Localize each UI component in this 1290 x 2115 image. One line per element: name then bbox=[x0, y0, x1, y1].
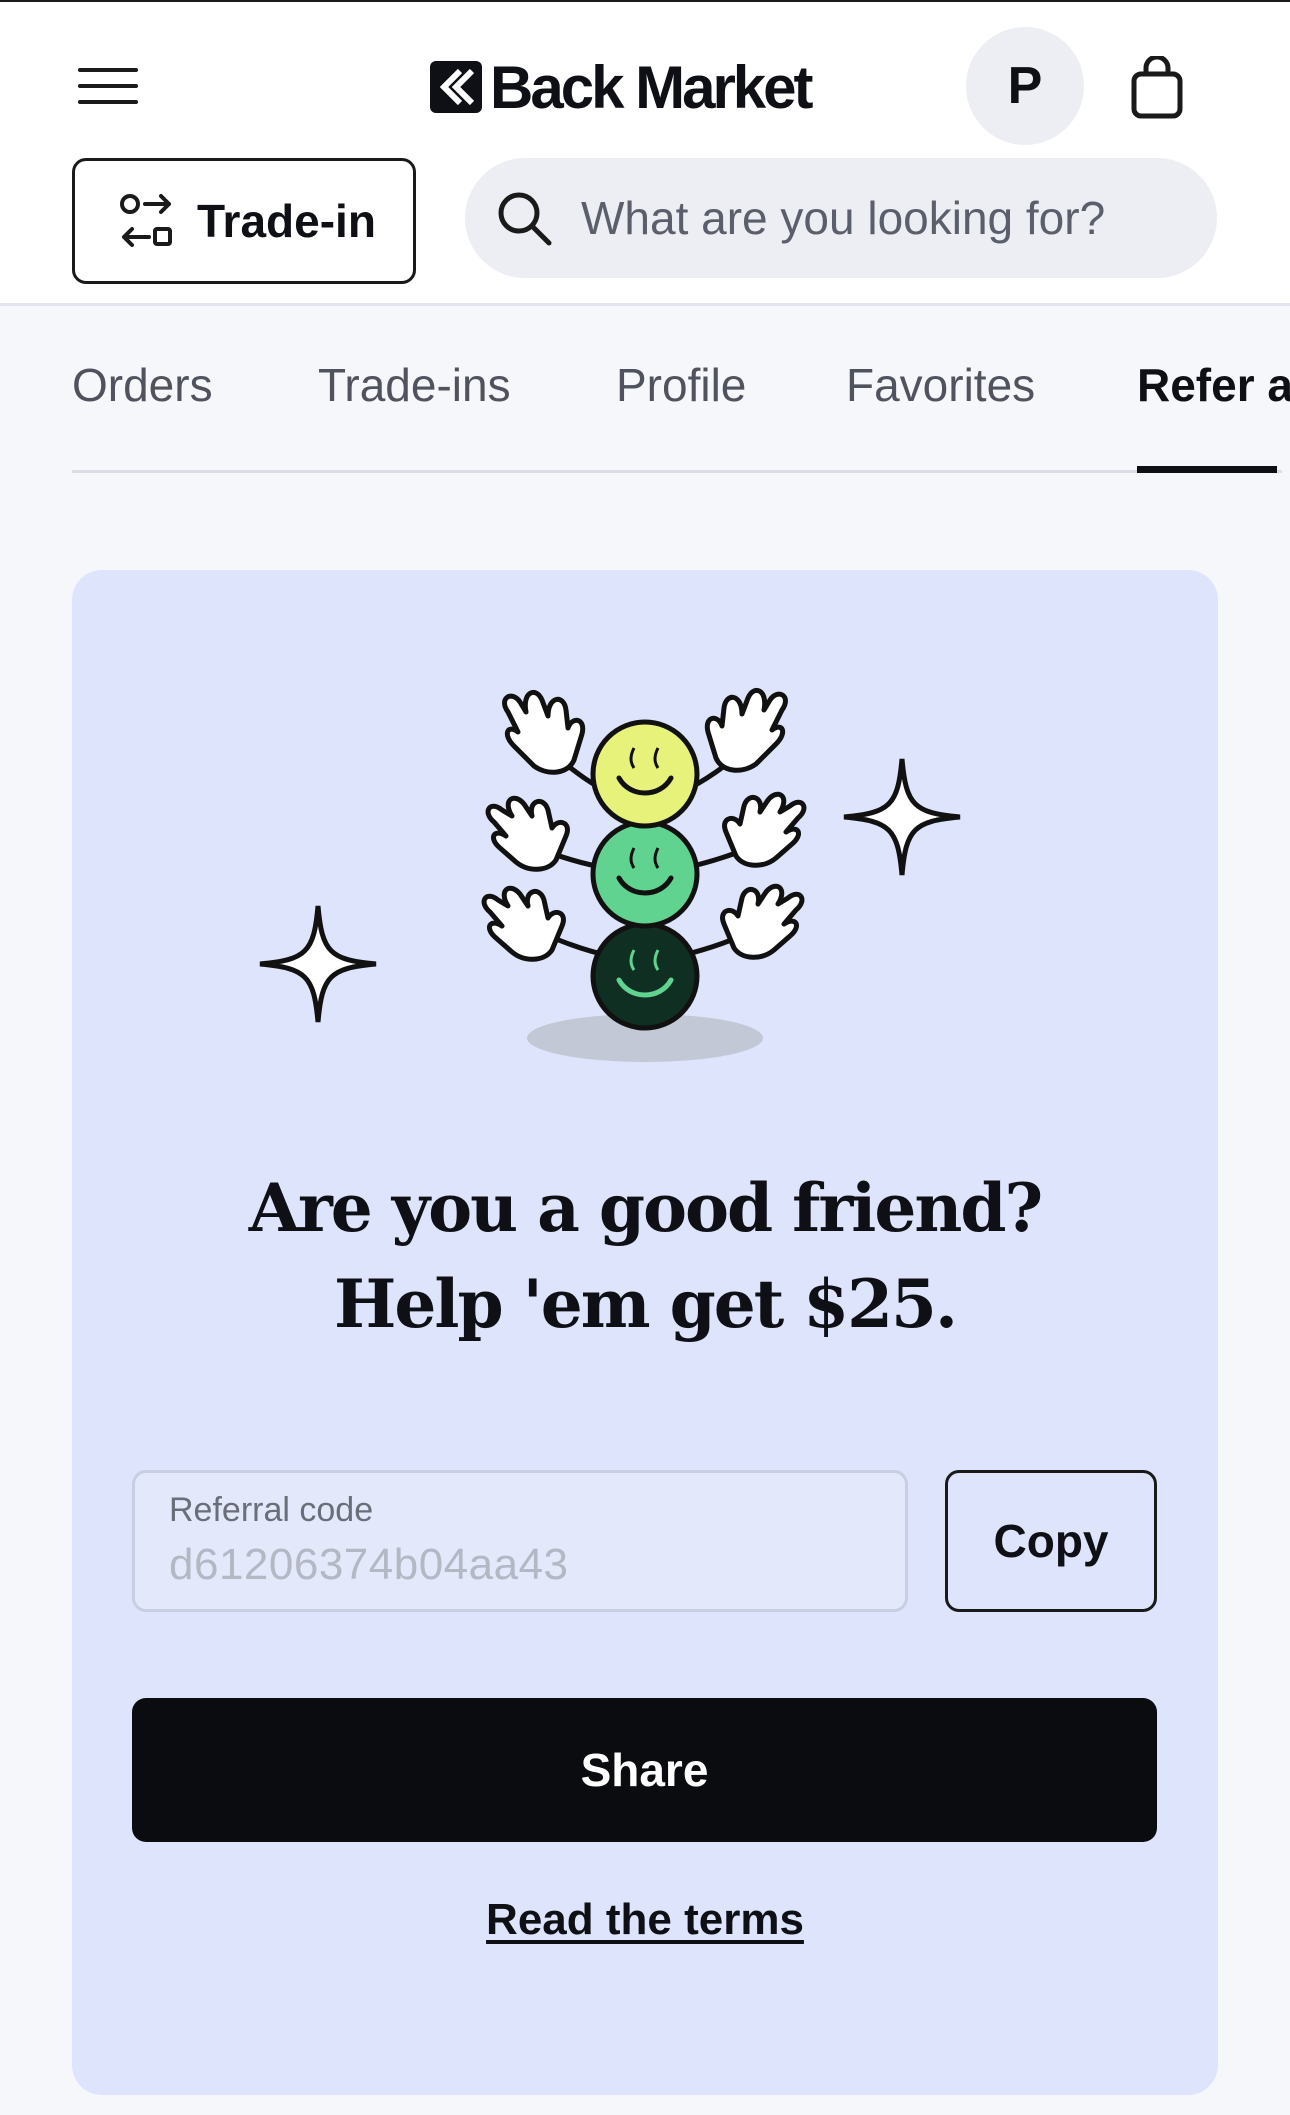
back-market-logo[interactable]: Back Market bbox=[430, 52, 814, 122]
tab-orders[interactable]: Orders bbox=[72, 358, 213, 412]
headline-line-1: Are you a good friend? bbox=[248, 1169, 1043, 1247]
avatar-initial: P bbox=[1007, 57, 1043, 115]
smiley-green bbox=[590, 819, 700, 929]
shopping-bag-icon bbox=[1131, 56, 1183, 119]
tab-favorites[interactable]: Favorites bbox=[846, 358, 1035, 412]
search-placeholder: What are you looking for? bbox=[581, 192, 1106, 244]
tab-trade-ins[interactable]: Trade-ins bbox=[318, 358, 511, 412]
referral-card: Are you a good friend? Help 'em get $25.… bbox=[72, 570, 1218, 2095]
trade-in-arrows-icon bbox=[120, 194, 172, 247]
tabs-divider bbox=[72, 470, 1282, 473]
search-input[interactable]: What are you looking for? bbox=[465, 158, 1217, 278]
copy-button[interactable]: Copy bbox=[945, 1470, 1157, 1612]
read-terms-link[interactable]: Read the terms bbox=[72, 1895, 1218, 1945]
trade-in-button[interactable]: Trade-in bbox=[72, 158, 416, 284]
referral-code-value: d61206374b04aa43 bbox=[169, 1540, 569, 1589]
avatar[interactable]: P bbox=[966, 27, 1084, 145]
logo-text: Back Market bbox=[490, 53, 814, 121]
share-button[interactable]: Share bbox=[132, 1698, 1157, 1842]
cart-button[interactable] bbox=[1124, 52, 1190, 124]
friends-illustration bbox=[259, 687, 961, 1062]
top-header: Back Market P Trade-in What are you look… bbox=[0, 0, 1290, 306]
read-terms-label[interactable]: Read the terms bbox=[486, 1895, 804, 1944]
back-market-logo-icon bbox=[430, 61, 482, 113]
menu-button[interactable] bbox=[70, 54, 146, 118]
hamburger-menu-icon bbox=[78, 68, 138, 104]
referral-headline: Are you a good friend? Help 'em get $25. bbox=[72, 1160, 1218, 1352]
tab-refer-a-friend[interactable]: Refer a bbox=[1137, 358, 1290, 412]
tab-profile[interactable]: Profile bbox=[616, 358, 746, 412]
smiley-dark bbox=[590, 921, 700, 1031]
referral-code-label: Referral code bbox=[169, 1491, 374, 1529]
sparkle-icon bbox=[843, 758, 961, 876]
search-icon bbox=[498, 192, 552, 246]
smiley-yellow bbox=[590, 719, 700, 829]
referral-code-field[interactable]: Referral code d61206374b04aa43 bbox=[132, 1470, 908, 1612]
headline-line-2: Help 'em get $25. bbox=[334, 1265, 958, 1343]
sparkle-icon bbox=[259, 905, 377, 1023]
active-tab-indicator bbox=[1137, 466, 1277, 473]
trade-in-label: Trade-in bbox=[197, 195, 376, 247]
account-tabs: Orders Trade-ins Profile Favorites Refer… bbox=[0, 306, 1290, 474]
